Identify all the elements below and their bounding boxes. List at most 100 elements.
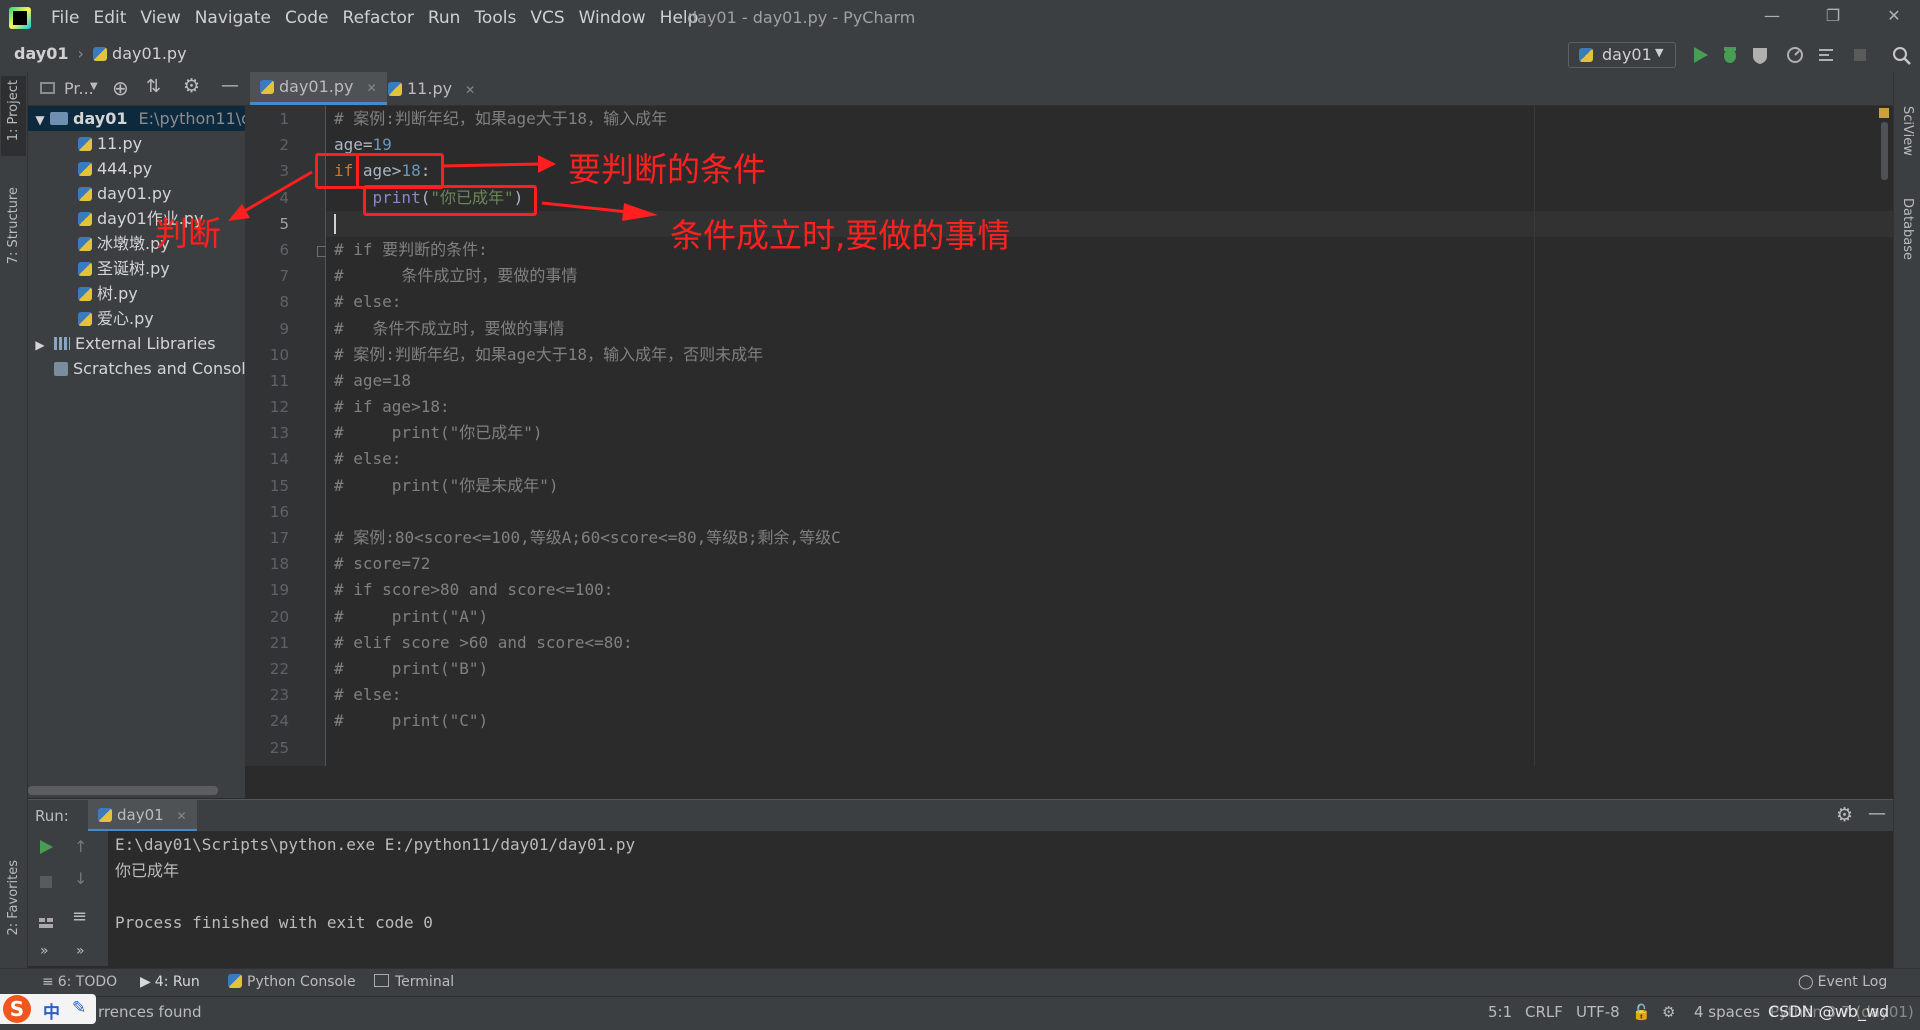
more-icon[interactable]: » <box>76 943 85 959</box>
tree-file[interactable]: day01.py <box>28 181 245 206</box>
stop-icon[interactable] <box>38 874 54 894</box>
menu-bar: File Edit View Navigate Code Refactor Ru… <box>44 0 705 36</box>
external-libraries-label: External Libraries <box>75 334 216 353</box>
watermark: CSDN @wb_wd <box>1768 1002 1890 1021</box>
tool-python-console[interactable]: Python Console <box>228 972 356 992</box>
up-arrow-icon[interactable]: ↑ <box>74 837 87 856</box>
close-icon[interactable]: ✕ <box>465 83 475 97</box>
menu-file[interactable]: File <box>44 8 86 28</box>
tool-window-structure[interactable]: 7: Structure <box>1 185 26 275</box>
tree-file[interactable]: 11.py <box>28 131 245 156</box>
python-file-icon <box>78 212 92 226</box>
tool-terminal[interactable]: Terminal <box>374 972 454 992</box>
gear-icon[interactable]: ⚙ <box>183 75 200 97</box>
tool-todo[interactable]: ≡ 6: TODO <box>42 972 117 992</box>
tab-day01[interactable]: day01.py ✕ <box>250 72 387 105</box>
tree-file[interactable]: 爱心.py <box>28 306 245 331</box>
collapse-all-icon[interactable]: ⇅ <box>146 76 161 97</box>
close-icon[interactable]: ✕ <box>1874 6 1914 30</box>
stop-icon[interactable] <box>1850 45 1870 65</box>
search-icon[interactable] <box>1891 45 1911 65</box>
menu-edit[interactable]: Edit <box>86 8 133 28</box>
run-tab[interactable]: day01 ✕ <box>88 800 197 832</box>
more-icon[interactable]: » <box>40 943 49 959</box>
indent-setting[interactable]: 4 spaces <box>1694 1000 1760 1024</box>
tool-window-project[interactable]: 1: Project <box>1 76 26 156</box>
minimize-icon[interactable]: — <box>1752 6 1792 30</box>
python-file-icon <box>78 162 92 176</box>
chevron-down-icon: ▼ <box>35 113 45 127</box>
project-horizontal-scrollbar[interactable] <box>28 786 218 795</box>
menu-navigate[interactable]: Navigate <box>188 8 278 28</box>
file-name: 树.py <box>97 284 138 303</box>
run-label: Run: <box>35 807 69 825</box>
tree-file[interactable]: 树.py <box>28 281 245 306</box>
layout-icon[interactable] <box>38 915 54 935</box>
rerun-icon[interactable] <box>38 839 54 859</box>
line-number: 24 <box>269 712 289 731</box>
menu-tools[interactable]: Tools <box>467 8 523 28</box>
line-number: 9 <box>279 319 289 338</box>
menu-vcs[interactable]: VCS <box>523 8 571 28</box>
ime-toolbar[interactable]: S 中 ✎ <box>0 994 96 1024</box>
profile-icon[interactable] <box>1785 45 1805 65</box>
terminal-label: Terminal <box>395 974 455 990</box>
tree-file[interactable]: 444.py <box>28 156 245 181</box>
console-output[interactable]: E:\day01\Scripts\python.exe E:/python11/… <box>115 832 635 936</box>
menu-window[interactable]: Window <box>572 8 653 28</box>
caret-position[interactable]: 5:1 <box>1488 1000 1512 1024</box>
build-icon[interactable] <box>1817 45 1837 65</box>
favorites-tool-label: 2: Favorites <box>6 860 21 936</box>
sciview-tool-label: SciView <box>1900 106 1915 156</box>
locate-icon[interactable]: ⊕ <box>112 76 129 100</box>
file-name: 444.py <box>97 159 153 178</box>
hide-icon[interactable]: — <box>221 75 239 96</box>
python-file-icon <box>78 187 92 201</box>
line-separator[interactable]: CRLF <box>1525 1000 1563 1024</box>
tree-scratches[interactable]: Scratches and Consoles <box>28 356 245 381</box>
menu-run[interactable]: Run <box>421 8 468 28</box>
run-configuration-select[interactable]: day01 ▼ <box>1568 42 1676 68</box>
down-arrow-icon[interactable]: ↓ <box>74 869 87 888</box>
code-line: # print("B") <box>334 658 489 678</box>
sogou-logo-icon: S <box>3 995 31 1023</box>
breadcrumb-file[interactable]: day01.py <box>112 44 187 63</box>
menu-view[interactable]: View <box>133 8 187 28</box>
tab-11[interactable]: 11.py ✕ <box>378 72 485 105</box>
code-line: # print("你已成年") <box>334 423 543 443</box>
lock-icon[interactable]: 🔓 <box>1632 1000 1651 1024</box>
breadcrumb-project[interactable]: day01 <box>14 44 68 63</box>
editor-vertical-scrollbar[interactable] <box>1881 122 1888 180</box>
tree-external-libraries[interactable]: ▶ External Libraries <box>28 331 245 356</box>
tool-window-favorites[interactable]: 2: Favorites <box>1 858 26 954</box>
debug-icon[interactable] <box>1720 45 1740 65</box>
tool-window-database[interactable]: Database <box>1896 178 1918 260</box>
tree-file[interactable]: 圣诞树.py <box>28 256 245 281</box>
line-number: 8 <box>279 293 289 312</box>
tree-root[interactable]: ▼ day01 E:\python11\day <box>28 106 245 131</box>
gear-icon[interactable]: ⚙ <box>1836 804 1853 826</box>
soft-wrap-icon[interactable]: ≡ <box>72 906 87 927</box>
run-icon[interactable] <box>1690 45 1710 65</box>
line-number: 20 <box>269 607 289 626</box>
menu-code[interactable]: Code <box>278 8 336 28</box>
tool-run[interactable]: ▶ 4: Run <box>140 972 200 992</box>
close-icon[interactable]: ✕ <box>176 809 186 823</box>
coverage-icon[interactable] <box>1750 45 1770 65</box>
line-number: 18 <box>269 555 289 574</box>
close-icon[interactable]: ✕ <box>367 81 377 95</box>
line-number: 1 <box>279 110 289 128</box>
file-encoding[interactable]: UTF-8 <box>1576 1000 1620 1024</box>
hide-icon[interactable]: — <box>1868 803 1886 824</box>
line-number: 7 <box>279 267 289 286</box>
event-log-label: Event Log <box>1817 974 1888 990</box>
list-icon: ≡ <box>42 974 54 990</box>
menu-refactor[interactable]: Refactor <box>336 8 421 28</box>
tool-window-sciview[interactable]: SciView <box>1896 86 1918 156</box>
python-file-icon <box>78 312 92 326</box>
restore-icon[interactable]: ❐ <box>1813 6 1853 30</box>
tool-event-log[interactable]: ◯ Event Log <box>1798 972 1887 992</box>
line-number: 13 <box>269 424 289 443</box>
